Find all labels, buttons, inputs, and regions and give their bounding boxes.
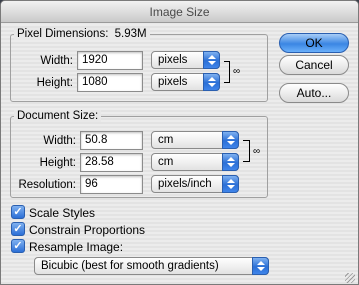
- document-size-title: Document Size:: [14, 110, 102, 122]
- document-height-input[interactable]: 28.58: [80, 153, 143, 172]
- pixel-width-unit-select[interactable]: pixels: [151, 51, 220, 69]
- popup-arrows-icon: [222, 175, 239, 193]
- popup-arrows-icon: [203, 73, 220, 91]
- resolution-input[interactable]: 96: [80, 175, 143, 194]
- auto-button[interactable]: Auto...: [279, 83, 349, 103]
- popup-arrows-icon: [252, 257, 269, 275]
- resample-method-select[interactable]: Bicubic (best for smooth gradients): [34, 257, 269, 275]
- pixel-height-input[interactable]: 1080: [77, 73, 143, 92]
- resample-method-value: Bicubic (best for smooth gradients): [41, 260, 219, 272]
- constrain-proportions-label[interactable]: Constrain Proportions: [29, 223, 145, 237]
- ok-button[interactable]: OK: [279, 33, 349, 53]
- pixel-height-unit-select[interactable]: pixels: [151, 73, 220, 91]
- dialog-content: Pixel Dimensions: 5.93M Width: 1920 pixe…: [1, 24, 358, 284]
- pixel-constrain-bracket: [224, 61, 230, 83]
- document-constrain-bracket: [243, 140, 250, 162]
- constrain-proportions-checkbox[interactable]: ✓: [11, 222, 25, 236]
- resolution-unit-value: pixels/inch: [158, 178, 212, 190]
- chain-link-icon: ∞: [253, 146, 261, 157]
- pixel-height-label: Height:: [36, 77, 73, 89]
- pixel-width-input[interactable]: 1920: [77, 51, 143, 70]
- window-title: Image Size: [1, 1, 358, 23]
- popup-arrows-icon: [222, 131, 239, 149]
- pixel-width-unit-value: pixels: [158, 54, 188, 66]
- popup-arrows-icon: [222, 153, 239, 171]
- pixel-dimensions-size: 5.93M: [114, 28, 147, 40]
- resolution-label: Resolution:: [18, 179, 76, 191]
- resample-image-label[interactable]: Resample Image:: [29, 240, 123, 254]
- checkmark-icon: ✓: [13, 223, 23, 235]
- chain-link-icon: ∞: [233, 66, 241, 77]
- pixel-width-label: Width:: [40, 55, 73, 67]
- scale-styles-label[interactable]: Scale Styles: [29, 206, 95, 220]
- document-width-input[interactable]: 50.8: [80, 131, 143, 150]
- document-width-unit-value: cm: [158, 134, 174, 146]
- resample-image-checkbox[interactable]: ✓: [11, 239, 25, 253]
- image-size-dialog: Image Size Pixel Dimensions: 5.93M Width…: [0, 0, 359, 285]
- resize-grip[interactable]: [345, 273, 355, 283]
- popup-arrows-icon: [203, 51, 220, 69]
- document-width-label: Width:: [43, 135, 76, 147]
- document-height-label: Height:: [39, 157, 76, 169]
- resolution-unit-select[interactable]: pixels/inch: [151, 175, 239, 193]
- pixel-dimensions-title: Pixel Dimensions: 5.93M: [14, 28, 150, 40]
- checkmark-icon: ✓: [13, 206, 23, 218]
- document-height-unit-value: cm: [158, 156, 174, 168]
- checkmark-icon: ✓: [13, 240, 23, 252]
- document-width-unit-select[interactable]: cm: [151, 131, 239, 149]
- document-height-unit-select[interactable]: cm: [151, 153, 239, 171]
- cancel-button[interactable]: Cancel: [279, 55, 349, 75]
- scale-styles-checkbox[interactable]: ✓: [11, 205, 25, 219]
- pixel-height-unit-value: pixels: [158, 76, 188, 88]
